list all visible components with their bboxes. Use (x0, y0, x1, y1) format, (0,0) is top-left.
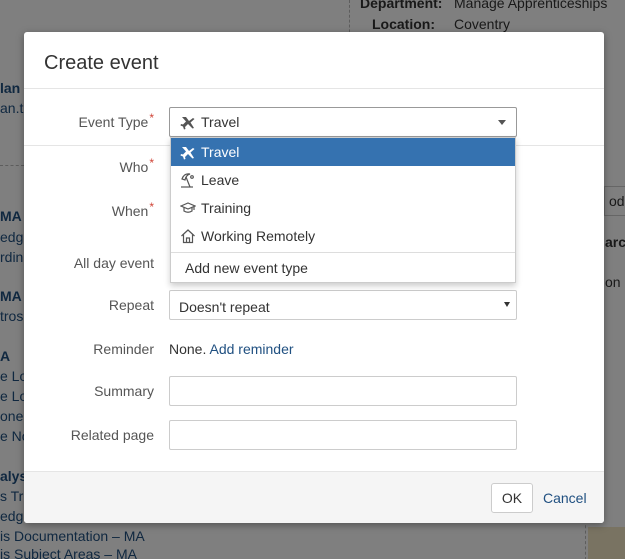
beach-umbrella-icon (180, 172, 196, 188)
event-type-option-working-remotely[interactable]: Working Remotely (171, 222, 515, 250)
cancel-button[interactable]: Cancel (543, 490, 587, 506)
related-page-label: Related page (70, 427, 154, 443)
summary-label: Summary (94, 383, 154, 399)
reminder-none-text: None. (169, 341, 207, 357)
option-label: Travel (201, 144, 240, 160)
ok-button[interactable]: OK (491, 483, 533, 513)
who-label: Who* (119, 156, 154, 175)
summary-input[interactable] (169, 376, 517, 406)
dialog-title: Create event (44, 52, 159, 74)
house-icon (180, 228, 196, 244)
event-type-dropdown: Travel Leave Training Working Remotely A… (170, 137, 516, 283)
related-page-input[interactable] (169, 420, 517, 450)
event-type-select[interactable]: Travel (169, 107, 517, 137)
repeat-value: Doesn't repeat (179, 299, 270, 315)
plane-icon (180, 144, 196, 160)
when-label: When* (111, 200, 154, 219)
required-marker: * (149, 156, 154, 170)
option-label: Working Remotely (201, 228, 316, 244)
event-type-option-travel[interactable]: Travel (171, 138, 515, 166)
reminder-label: Reminder (93, 341, 154, 357)
event-type-selected: Travel (201, 114, 240, 130)
required-marker: * (149, 111, 154, 125)
event-type-option-leave[interactable]: Leave (171, 166, 515, 194)
repeat-label: Repeat (108, 297, 154, 313)
option-label: Leave (201, 172, 240, 188)
chevron-down-icon (498, 120, 506, 125)
all-day-label: All day event (73, 255, 154, 271)
dialog-header: Create event (24, 32, 604, 89)
reminder-value: None. Add reminder (169, 341, 294, 357)
event-type-label: Event Type* (78, 111, 154, 130)
plane-icon (180, 114, 196, 130)
event-type-option-training[interactable]: Training (171, 194, 515, 222)
chevron-down-icon (504, 302, 510, 307)
reminder-row: Reminder (24, 334, 604, 364)
option-label: Training (201, 200, 252, 216)
add-new-event-type-option[interactable]: Add new event type (171, 253, 515, 283)
required-marker: * (149, 200, 154, 214)
graduation-cap-icon (179, 200, 197, 216)
add-reminder-link[interactable]: Add reminder (209, 341, 293, 357)
repeat-select[interactable]: Doesn't repeat (169, 290, 517, 320)
